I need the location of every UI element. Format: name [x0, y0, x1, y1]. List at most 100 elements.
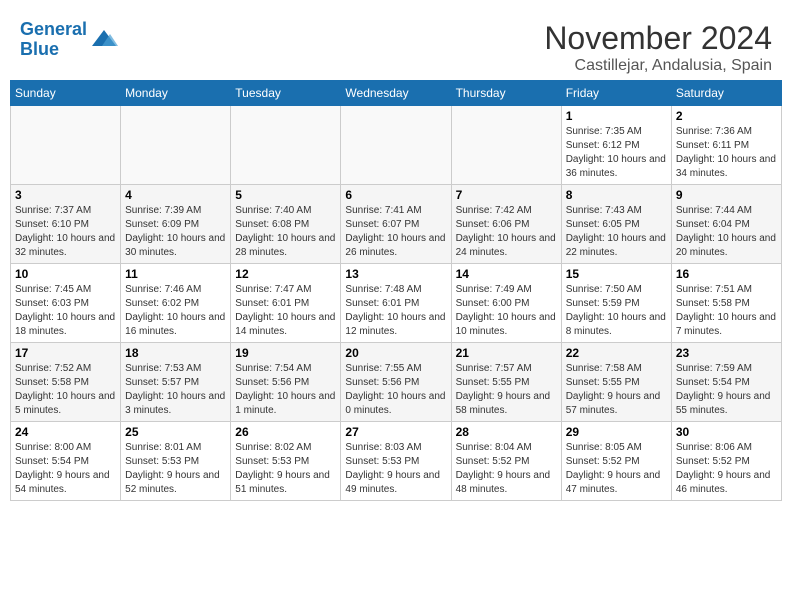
day-number: 3 — [15, 188, 116, 202]
day-number: 29 — [566, 425, 667, 439]
month-title: November 2024 — [544, 20, 772, 57]
day-number: 30 — [676, 425, 777, 439]
day-info: Sunrise: 7:47 AM Sunset: 6:01 PM Dayligh… — [235, 283, 336, 339]
day-number: 11 — [125, 267, 226, 281]
calendar-day-cell: 9 Sunrise: 7:44 AM Sunset: 6:04 PM Daylig… — [671, 185, 781, 264]
day-info: Sunrise: 7:58 AM Sunset: 5:55 PM Dayligh… — [566, 362, 667, 418]
day-number: 19 — [235, 346, 336, 360]
day-number: 14 — [456, 267, 557, 281]
weekday-row: SundayMondayTuesdayWednesdayThursdayFrid… — [11, 81, 782, 106]
calendar-day-cell: 24 Sunrise: 8:00 AM Sunset: 5:54 PM Dayli… — [11, 422, 121, 501]
weekday-header: Tuesday — [231, 81, 341, 106]
calendar-week-row: 10 Sunrise: 7:45 AM Sunset: 6:03 PM Dayli… — [11, 264, 782, 343]
day-info: Sunrise: 7:52 AM Sunset: 5:58 PM Dayligh… — [15, 362, 116, 418]
day-info: Sunrise: 7:48 AM Sunset: 6:01 PM Dayligh… — [345, 283, 446, 339]
calendar-day-cell: 7Sunrise: 7:42 AM Sunset: 6:06 PM Daylig… — [451, 185, 561, 264]
calendar-day-cell: 12Sunrise: 7:47 AM Sunset: 6:01 PM Dayli… — [231, 264, 341, 343]
day-number: 18 — [125, 346, 226, 360]
day-info: Sunrise: 7:41 AM Sunset: 6:07 PM Dayligh… — [345, 204, 446, 260]
day-info: Sunrise: 8:00 AM Sunset: 5:54 PM Dayligh… — [15, 441, 116, 497]
day-number: 17 — [15, 346, 116, 360]
calendar-day-cell — [11, 106, 121, 185]
weekday-header: Wednesday — [341, 81, 451, 106]
calendar-day-cell: 21Sunrise: 7:57 AM Sunset: 5:55 PM Dayli… — [451, 343, 561, 422]
day-number: 4 — [125, 188, 226, 202]
weekday-header: Monday — [121, 81, 231, 106]
calendar-day-cell — [341, 106, 451, 185]
calendar-day-cell: 23 Sunrise: 7:59 AM Sunset: 5:54 PM Dayli… — [671, 343, 781, 422]
day-info: Sunrise: 8:02 AM Sunset: 5:53 PM Dayligh… — [235, 441, 336, 497]
calendar-body: 1 Sunrise: 7:35 AM Sunset: 6:12 PM Daylig… — [11, 106, 782, 501]
calendar-day-cell: 26 Sunrise: 8:02 AM Sunset: 5:53 PM Dayli… — [231, 422, 341, 501]
day-number: 16 — [676, 267, 777, 281]
day-number: 15 — [566, 267, 667, 281]
calendar-day-cell: 18 Sunrise: 7:53 AM Sunset: 5:57 PM Dayli… — [121, 343, 231, 422]
calendar-day-cell: 25 Sunrise: 8:01 AM Sunset: 5:53 PM Dayli… — [121, 422, 231, 501]
calendar-day-cell: 10 Sunrise: 7:45 AM Sunset: 6:03 PM Dayli… — [11, 264, 121, 343]
day-number: 24 — [15, 425, 116, 439]
calendar-day-cell — [121, 106, 231, 185]
day-info: Sunrise: 8:04 AM Sunset: 5:52 PM Dayligh… — [456, 441, 557, 497]
day-info: Sunrise: 7:54 AM Sunset: 5:56 PM Dayligh… — [235, 362, 336, 418]
calendar-day-cell: 4 Sunrise: 7:39 AM Sunset: 6:09 PM Daylig… — [121, 185, 231, 264]
day-number: 25 — [125, 425, 226, 439]
weekday-header: Friday — [561, 81, 671, 106]
day-number: 5 — [235, 188, 336, 202]
day-info: Sunrise: 8:03 AM Sunset: 5:53 PM Dayligh… — [345, 441, 446, 497]
day-number: 23 — [676, 346, 777, 360]
calendar-day-cell: 17 Sunrise: 7:52 AM Sunset: 5:58 PM Dayli… — [11, 343, 121, 422]
calendar-day-cell: 22 Sunrise: 7:58 AM Sunset: 5:55 PM Dayli… — [561, 343, 671, 422]
day-info: Sunrise: 7:39 AM Sunset: 6:09 PM Dayligh… — [125, 204, 226, 260]
day-info: Sunrise: 7:50 AM Sunset: 5:59 PM Dayligh… — [566, 283, 667, 339]
weekday-header: Saturday — [671, 81, 781, 106]
weekday-header: Thursday — [451, 81, 561, 106]
day-info: Sunrise: 7:36 AM Sunset: 6:11 PM Dayligh… — [676, 125, 777, 181]
calendar-day-cell: 16 Sunrise: 7:51 AM Sunset: 5:58 PM Dayli… — [671, 264, 781, 343]
logo: General Blue — [20, 20, 118, 60]
day-number: 8 — [566, 188, 667, 202]
day-info: Sunrise: 8:05 AM Sunset: 5:52 PM Dayligh… — [566, 441, 667, 497]
calendar-day-cell: 15 Sunrise: 7:50 AM Sunset: 5:59 PM Dayli… — [561, 264, 671, 343]
day-info: Sunrise: 7:45 AM Sunset: 6:03 PM Dayligh… — [15, 283, 116, 339]
day-info: Sunrise: 7:53 AM Sunset: 5:57 PM Dayligh… — [125, 362, 226, 418]
day-info: Sunrise: 7:44 AM Sunset: 6:04 PM Dayligh… — [676, 204, 777, 260]
day-number: 21 — [456, 346, 557, 360]
calendar-day-cell: 28 Sunrise: 8:04 AM Sunset: 5:52 PM Dayli… — [451, 422, 561, 501]
day-number: 10 — [15, 267, 116, 281]
day-number: 13 — [345, 267, 446, 281]
location-title: Castillejar, Andalusia, Spain — [544, 57, 772, 75]
day-number: 2 — [676, 109, 777, 123]
day-info: Sunrise: 7:49 AM Sunset: 6:00 PM Dayligh… — [456, 283, 557, 339]
day-number: 1 — [566, 109, 667, 123]
day-number: 20 — [345, 346, 446, 360]
day-number: 7 — [456, 188, 557, 202]
calendar-day-cell: 8Sunrise: 7:43 AM Sunset: 6:05 PM Daylig… — [561, 185, 671, 264]
day-number: 26 — [235, 425, 336, 439]
calendar-day-cell: 20Sunrise: 7:55 AM Sunset: 5:56 PM Dayli… — [341, 343, 451, 422]
day-info: Sunrise: 7:59 AM Sunset: 5:54 PM Dayligh… — [676, 362, 777, 418]
calendar-day-cell — [231, 106, 341, 185]
calendar-day-cell: 27Sunrise: 8:03 AM Sunset: 5:53 PM Dayli… — [341, 422, 451, 501]
day-info: Sunrise: 7:51 AM Sunset: 5:58 PM Dayligh… — [676, 283, 777, 339]
page-header: General Blue November 2024 Castillejar, … — [10, 10, 782, 80]
calendar-header: SundayMondayTuesdayWednesdayThursdayFrid… — [11, 81, 782, 106]
calendar-week-row: 3 Sunrise: 7:37 AM Sunset: 6:10 PM Daylig… — [11, 185, 782, 264]
day-info: Sunrise: 8:01 AM Sunset: 5:53 PM Dayligh… — [125, 441, 226, 497]
day-info: Sunrise: 7:46 AM Sunset: 6:02 PM Dayligh… — [125, 283, 226, 339]
day-number: 22 — [566, 346, 667, 360]
calendar-day-cell — [451, 106, 561, 185]
title-block: November 2024 Castillejar, Andalusia, Sp… — [544, 20, 772, 75]
day-info: Sunrise: 7:40 AM Sunset: 6:08 PM Dayligh… — [235, 204, 336, 260]
calendar-week-row: 24 Sunrise: 8:00 AM Sunset: 5:54 PM Dayli… — [11, 422, 782, 501]
day-number: 6 — [345, 188, 446, 202]
calendar-day-cell: 14 Sunrise: 7:49 AM Sunset: 6:00 PM Dayli… — [451, 264, 561, 343]
calendar-week-row: 1 Sunrise: 7:35 AM Sunset: 6:12 PM Daylig… — [11, 106, 782, 185]
day-info: Sunrise: 7:37 AM Sunset: 6:10 PM Dayligh… — [15, 204, 116, 260]
day-info: Sunrise: 7:35 AM Sunset: 6:12 PM Dayligh… — [566, 125, 667, 181]
day-number: 28 — [456, 425, 557, 439]
calendar-table: SundayMondayTuesdayWednesdayThursdayFrid… — [10, 80, 782, 501]
day-number: 9 — [676, 188, 777, 202]
calendar-day-cell: 30Sunrise: 8:06 AM Sunset: 5:52 PM Dayli… — [671, 422, 781, 501]
calendar-day-cell: 3 Sunrise: 7:37 AM Sunset: 6:10 PM Daylig… — [11, 185, 121, 264]
calendar-day-cell: 11 Sunrise: 7:46 AM Sunset: 6:02 PM Dayli… — [121, 264, 231, 343]
